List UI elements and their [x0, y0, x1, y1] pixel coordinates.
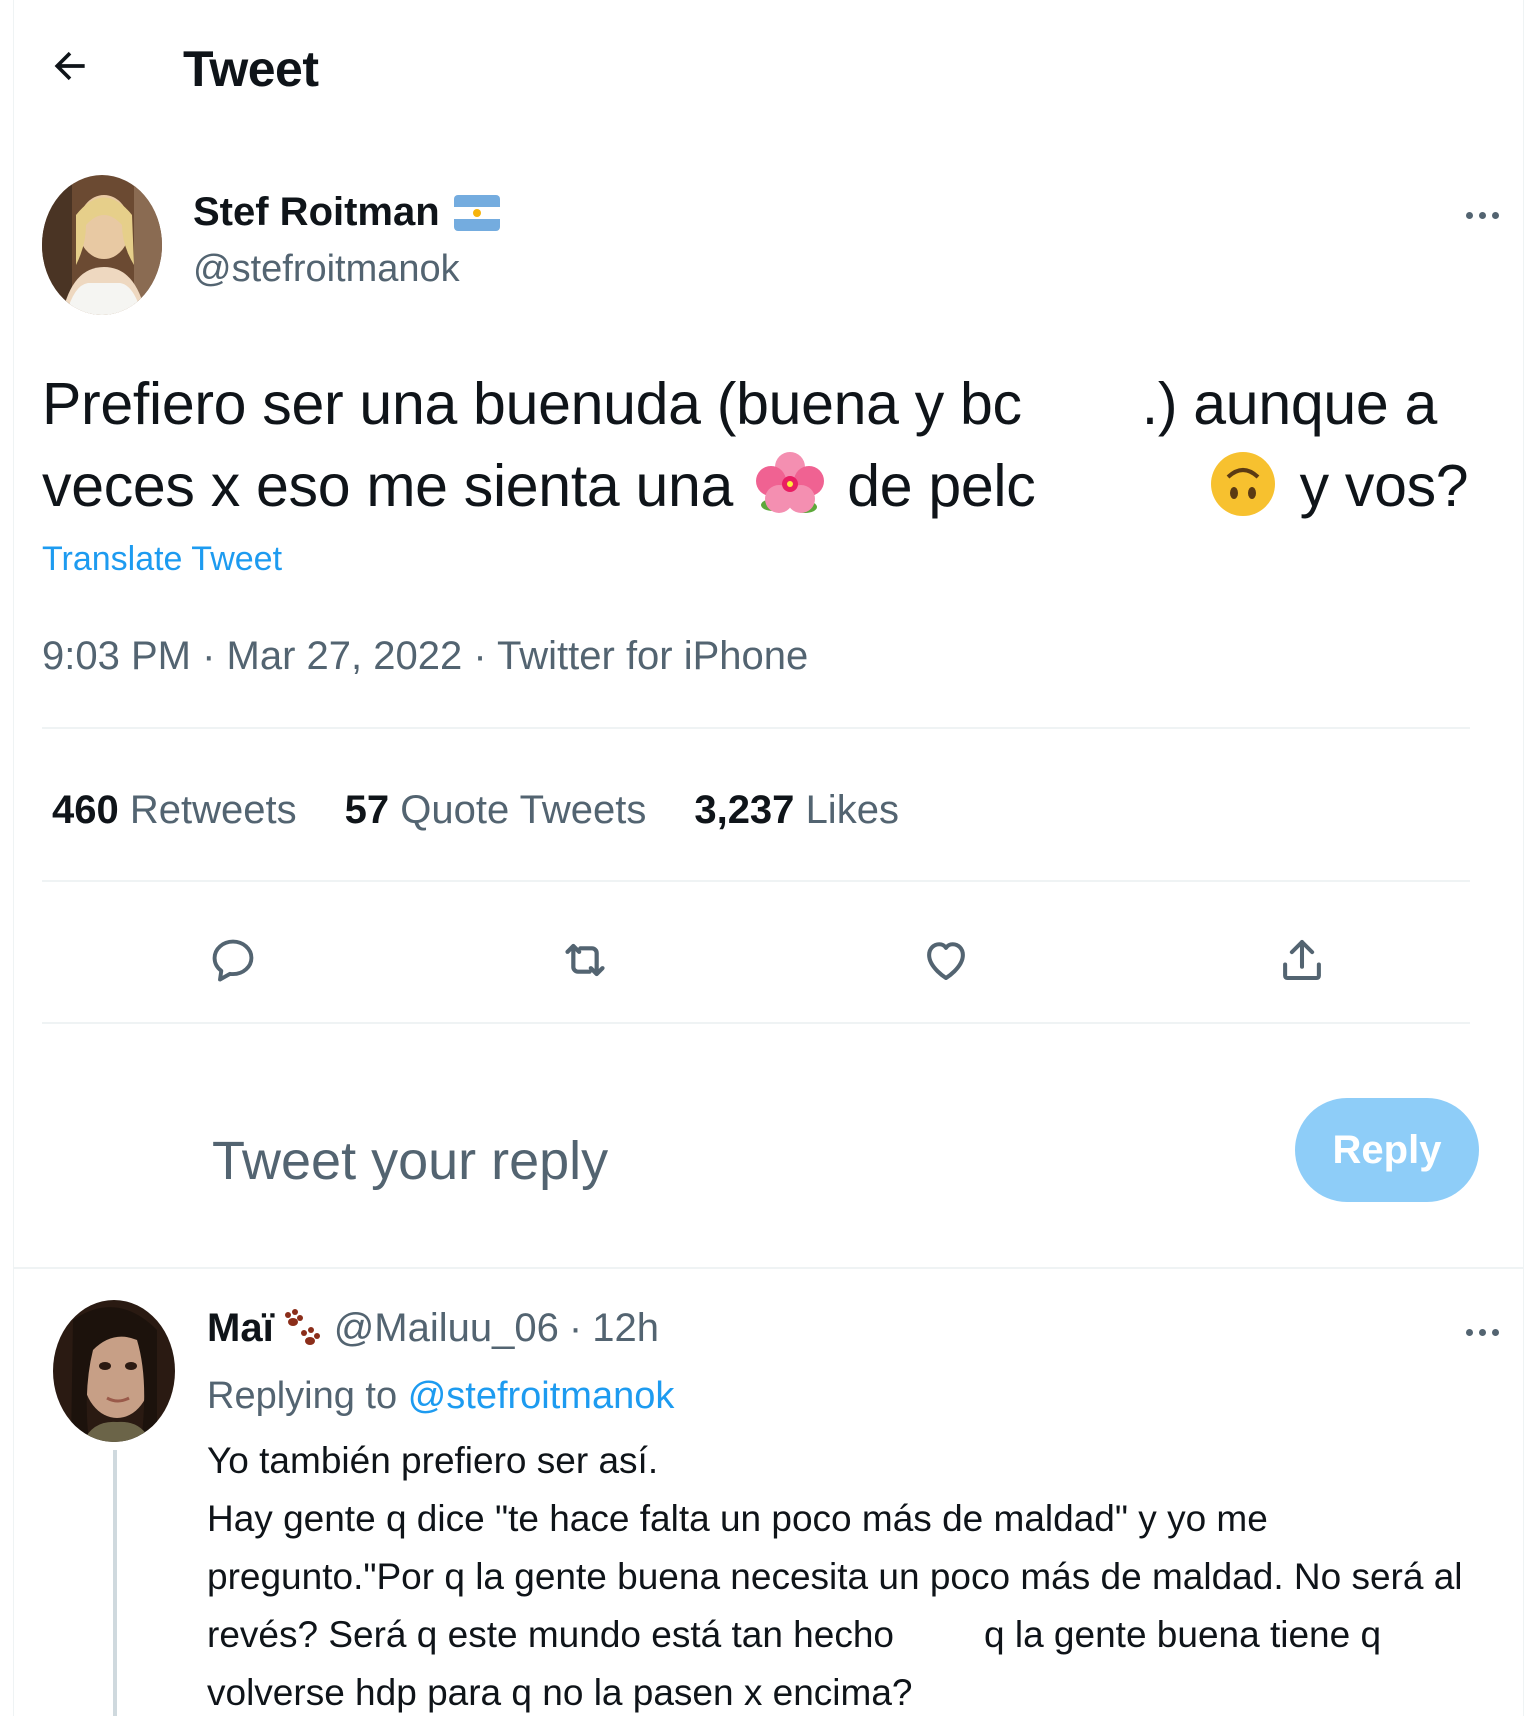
stat-count: 57 [344, 788, 390, 832]
stat-label: Likes [805, 788, 899, 832]
tweet-text-segment: Prefiero ser una buenuda (buena y bc [42, 371, 1022, 437]
likes-stat[interactable]: 3,237 Likes [694, 788, 899, 833]
replying-to-handle-link[interactable]: @stefroitmanok [408, 1375, 675, 1417]
thread-connector-line [113, 1450, 117, 1716]
more-options-button[interactable] [1452, 195, 1512, 235]
blurred-region [1022, 378, 1142, 438]
tweet-stats: 460 Retweets 57 Quote Tweets 3,237 Likes [52, 788, 899, 833]
reply-icon [212, 939, 254, 982]
divider [42, 1022, 1470, 1024]
divider [42, 880, 1470, 882]
more-icon-dot [1478, 1328, 1486, 1336]
stat-count: 3,237 [694, 788, 795, 832]
back-arrow-icon [54, 51, 85, 81]
reply-submit-button[interactable]: Reply [1295, 1098, 1479, 1202]
tweet-text: Prefiero ser una buenuda (buena y bc .) a… [42, 363, 1469, 527]
author-name-label: Stef Roitman [193, 190, 440, 234]
reply-header: Maï @Mailuu_06 · 12h [207, 1306, 659, 1351]
translate-tweet-link[interactable]: Translate Tweet [42, 540, 282, 579]
share-icon [1283, 939, 1321, 981]
reply-author-avatar[interactable] [53, 1300, 175, 1442]
separator-dot: · [568, 1306, 583, 1350]
reply-text-segment: q la gente buena tiene q [984, 1614, 1382, 1655]
more-icon-dot [1478, 211, 1486, 219]
reply-more-options-button[interactable] [1452, 1312, 1512, 1352]
current-user-avatar [90, 1140, 130, 1180]
reply-text-line: Hay gente q dice "te hace falta un poco … [207, 1498, 1268, 1539]
reply-input[interactable] [210, 1120, 1114, 1202]
page-title: Tweet [183, 41, 319, 97]
tweet-text-segment: veces x eso me sienta una [42, 453, 734, 519]
stat-label: Quote Tweets [400, 788, 647, 832]
hibiscus-emoji-icon [756, 452, 825, 514]
reply-author-name[interactable]: Maï [207, 1306, 324, 1351]
tweet-text-segment: .) aunque a [1141, 371, 1438, 437]
retweets-stat[interactable]: 460 Retweets [52, 788, 297, 833]
tweet-text-line-1: Prefiero ser una buenuda (buena y bc .) a… [42, 363, 1442, 445]
author-handle[interactable]: @stefroitmanok [193, 248, 460, 291]
like-icon [927, 942, 965, 981]
back-button[interactable] [40, 36, 100, 96]
section-divider [13, 1267, 1524, 1269]
retweet-icon [565, 943, 605, 977]
reply-text-line: Yo también prefiero ser así. [207, 1440, 659, 1481]
stat-label: Retweets [129, 788, 297, 832]
tweet-text-line-2: veces x eso me sienta una de pelc y vos? [42, 445, 1469, 527]
reply-text-segment: revés? Será q este mundo está tan hecho [207, 1614, 894, 1655]
like-button[interactable] [906, 920, 986, 1000]
reply-text-line: volverse hdp para q no la pasen x encima… [207, 1672, 913, 1713]
more-icon-dot [1491, 211, 1499, 219]
replying-to-label: Replying to [207, 1375, 398, 1417]
blurred-region [1035, 460, 1185, 520]
share-button[interactable] [1262, 920, 1342, 1000]
more-icon [1465, 211, 1473, 219]
tweet-text-segment: de pelc [847, 453, 1036, 519]
reply-text: Yo también prefiero ser así. Hay gente q… [207, 1432, 1487, 1722]
reply-button[interactable] [193, 920, 273, 1000]
tweet-text-segment: y vos? [1299, 453, 1469, 519]
author-avatar[interactable] [42, 175, 162, 315]
reply-author-handle[interactable]: @Mailuu_06 [334, 1306, 559, 1351]
stat-count: 460 [52, 788, 119, 832]
divider [42, 727, 1470, 729]
paw-prints-emoji-icon [284, 1308, 320, 1345]
retweet-button[interactable] [545, 920, 625, 1000]
more-icon [1465, 1328, 1473, 1336]
reply-text-line: pregunto."Por q la gente buena necesita … [207, 1556, 1463, 1597]
quote-tweets-stat[interactable]: 57 Quote Tweets [345, 788, 647, 833]
replying-to: Replying to @stefroitmanok [207, 1375, 674, 1418]
tweet-timestamp[interactable]: 9:03 PM · Mar 27, 2022 · Twitter for iPh… [42, 634, 808, 679]
reply-text-line: revés? Será q este mundo está tan hecho q… [207, 1606, 1487, 1664]
more-icon-dot [1491, 1328, 1499, 1336]
author-name[interactable]: Stef Roitman [193, 190, 500, 235]
reply-timestamp[interactable]: 12h [592, 1306, 659, 1351]
argentina-flag-icon [453, 194, 500, 231]
upside-down-face-emoji-icon [1210, 452, 1275, 517]
reply-author-name-label: Maï [207, 1306, 274, 1350]
